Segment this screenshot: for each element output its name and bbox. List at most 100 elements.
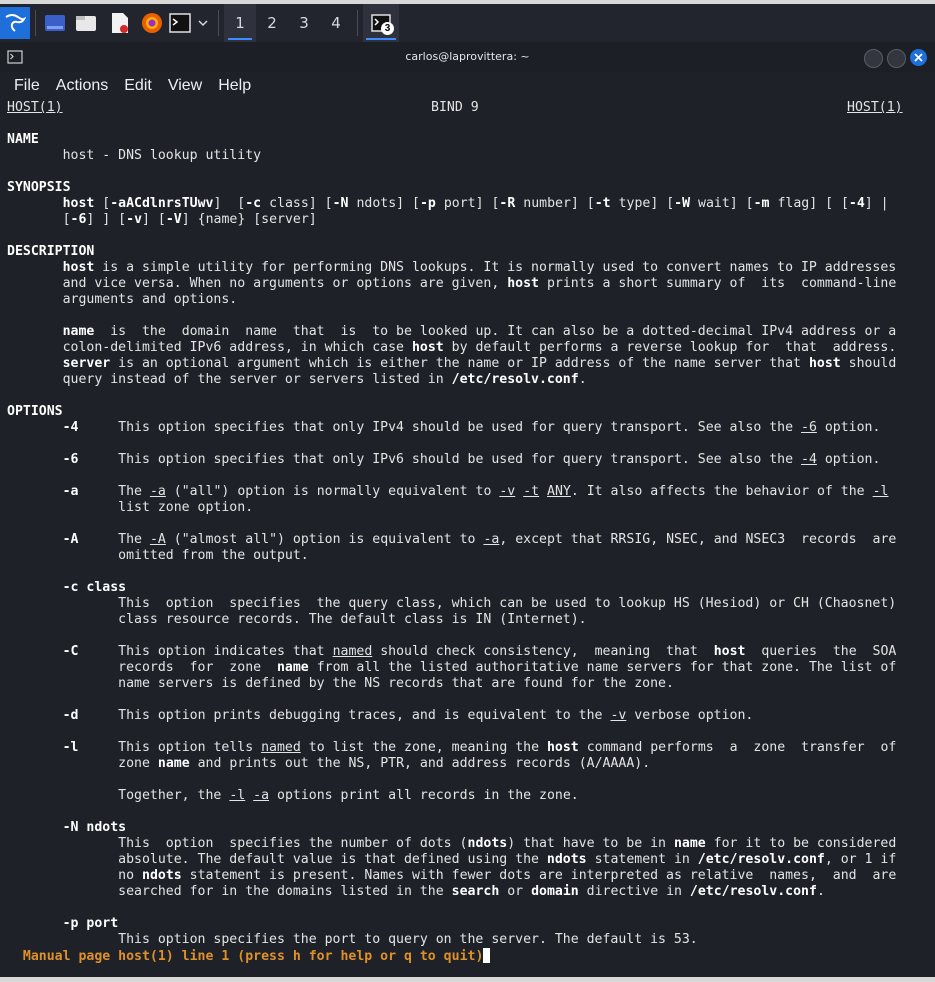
terminal-launcher-button[interactable] — [167, 8, 193, 38]
section-heading-options: OPTIONS — [7, 404, 63, 419]
keyword: host — [411, 340, 444, 355]
option-line: This option specifies the number of dots… — [7, 836, 927, 852]
option-ref: -a — [149, 484, 166, 499]
option-ref: -l — [872, 484, 889, 499]
name-line: host - DNS lookup utility — [7, 148, 927, 164]
option-ref: -l — [229, 788, 246, 803]
option-flag: -a — [62, 484, 79, 499]
synopsis-arg: number — [523, 196, 571, 211]
firefox-button[interactable] — [137, 8, 167, 38]
menu-file[interactable]: File — [12, 77, 42, 95]
terminal-output[interactable]: HOST(1) BIND 9 HOST(1) NAME host - DNS loo… — [7, 100, 927, 964]
text: and prints out the NS, PTR, and address … — [197, 756, 651, 771]
option-line: Together, the -l -a options print all re… — [7, 788, 927, 804]
text: option. — [824, 452, 881, 467]
option-line: -c class — [7, 580, 927, 596]
taskbar-separator — [218, 10, 219, 36]
text: class resource records. The default clas… — [118, 612, 587, 627]
minimize-button[interactable] — [864, 49, 883, 68]
keyword: ndots — [142, 868, 182, 883]
terminal-dropdown[interactable] — [193, 8, 213, 38]
text: colon-delimited IPv6 address, in which c… — [62, 340, 404, 355]
text: statement is present. Names with fewer d… — [189, 868, 897, 883]
description-line: name is the domain name that is to be lo… — [7, 324, 927, 340]
text: omitted from the output. — [118, 548, 309, 563]
option-line: -a The -a ("all") option is normally equ… — [7, 484, 927, 500]
taskbar: 1 2 3 4 3 — [0, 4, 935, 42]
text: ("all") option is normally equivalent to — [173, 484, 492, 499]
option-line: records for zone name from all the liste… — [7, 660, 927, 676]
section-heading-name: NAME — [7, 132, 39, 147]
workspace-4[interactable]: 4 — [320, 4, 352, 42]
option-line: absolute. The default value is that defi… — [7, 852, 927, 868]
file-path: /etc/resolv.conf — [697, 852, 825, 867]
text: should check consistency, meaning that — [380, 644, 698, 659]
text: list zone option. — [118, 500, 254, 515]
text: , or 1 if — [824, 852, 897, 867]
text: This option specifies the port to query … — [118, 932, 698, 947]
text: no — [118, 868, 135, 883]
text: by default performs a reverse lookup for… — [451, 340, 897, 355]
synopsis-flag: -4 — [848, 196, 865, 211]
terminal-window: carlos@laprovittera: ~ File Actions Edit… — [0, 42, 935, 977]
text: ("almost all") option is equivalent to — [173, 532, 476, 547]
option-line: -6 This option specifies that only IPv6 … — [7, 452, 927, 468]
text: zone — [118, 756, 150, 771]
workspace-label: 2 — [267, 14, 277, 32]
maximize-button[interactable] — [887, 49, 906, 68]
synopsis-flag: -m — [753, 196, 770, 211]
workspace-1[interactable]: 1 — [224, 4, 256, 42]
section-heading-synopsis: SYNOPSIS — [7, 180, 71, 195]
section-heading-description: DESCRIPTION — [7, 244, 95, 259]
text-editor-button[interactable] — [103, 8, 137, 38]
synopsis-flag: -N — [332, 196, 349, 211]
option-arg: class — [86, 580, 127, 595]
menu-bar: File Actions Edit View Help — [0, 72, 935, 100]
workspace-3[interactable]: 3 — [288, 4, 320, 42]
text: . — [816, 884, 825, 899]
workspace-2[interactable]: 2 — [256, 4, 288, 42]
terminal-task-button[interactable]: 3 — [363, 4, 399, 42]
synopsis-flag: -W — [674, 196, 691, 211]
synopsis-arg: ndots — [356, 196, 397, 211]
window-titlebar[interactable]: carlos@laprovittera: ~ — [0, 42, 935, 72]
text: The — [118, 484, 142, 499]
menu-view[interactable]: View — [166, 77, 204, 95]
terminal-icon — [169, 13, 191, 33]
file-manager-button[interactable] — [69, 8, 103, 38]
text: This option prints debugging traces, and… — [118, 708, 603, 723]
show-desktop-button[interactable] — [41, 8, 69, 38]
text: . It also affects the behavior of the — [570, 484, 865, 499]
option-ref: -A — [149, 532, 166, 547]
menu-help[interactable]: Help — [216, 77, 253, 95]
keyword: name — [62, 324, 95, 339]
synopsis-rest: {name} [server] — [197, 212, 317, 227]
synopsis-arg: type — [618, 196, 651, 211]
option-line: no ndots statement is present. Names wit… — [7, 868, 927, 884]
close-button[interactable] — [910, 49, 927, 66]
synopsis-flags: -aACdlnrsTUwv — [110, 196, 214, 211]
kali-menu-button[interactable] — [0, 7, 30, 39]
text: This option indicates that — [118, 644, 325, 659]
text: This option specifies that only IPv4 sho… — [118, 420, 794, 435]
option-ref: -t — [523, 484, 540, 499]
menu-actions[interactable]: Actions — [54, 77, 110, 95]
pager-status-text: Manual page host(1) line 1 (press h for … — [22, 949, 484, 964]
text: command performs a zone transfer of — [586, 740, 897, 755]
text: name servers is defined by the NS record… — [118, 676, 674, 691]
synopsis-arg: flag — [777, 196, 810, 211]
chevron-down-icon — [198, 20, 208, 27]
menu-edit[interactable]: Edit — [122, 77, 154, 95]
synopsis-flag: -R — [499, 196, 516, 211]
text: is an optional argument which is either … — [118, 356, 801, 371]
synopsis-line-2: [-6] ] [-v] [-V] {name} [server] — [7, 212, 317, 227]
